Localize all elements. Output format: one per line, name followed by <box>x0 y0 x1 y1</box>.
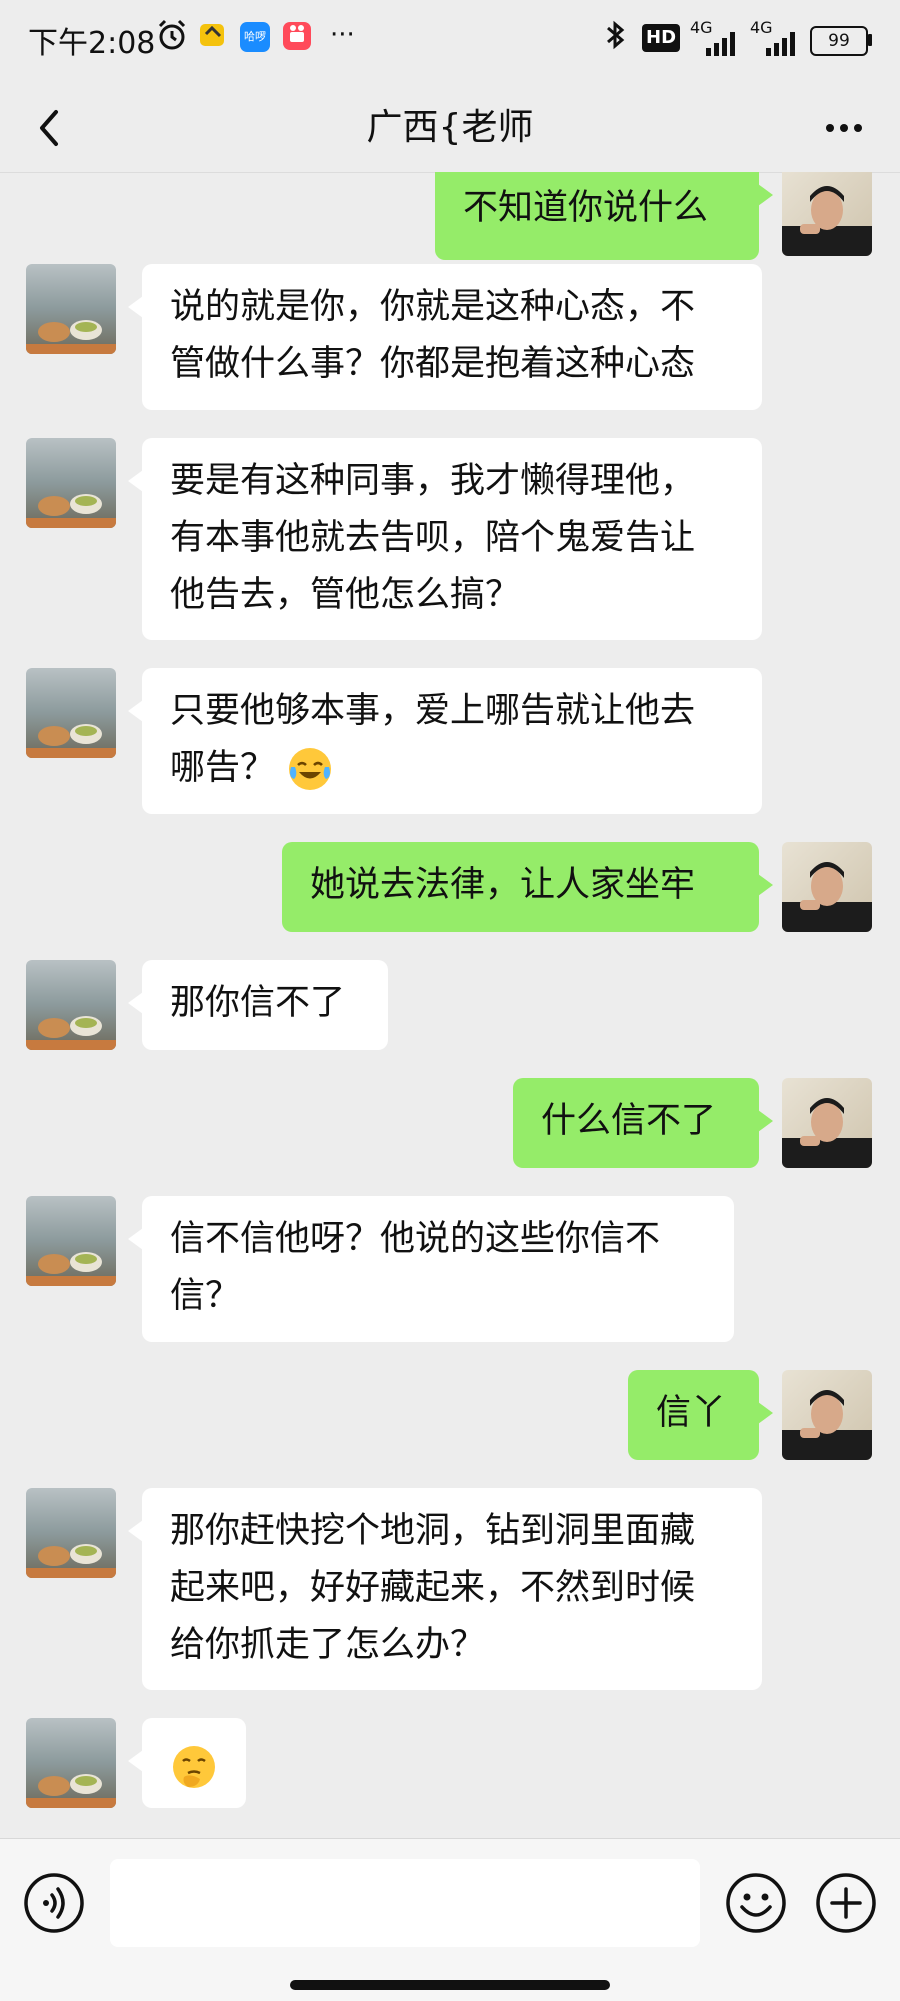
message-line: 哪告？ <box>170 740 734 797</box>
contact-avatar[interactable] <box>26 1196 116 1286</box>
hd-label: HD <box>646 27 677 48</box>
message-line: 信？ <box>170 1276 241 1316</box>
home-indicator[interactable] <box>290 1980 610 1990</box>
status-overflow: ··· <box>330 20 355 50</box>
input-bar <box>0 1838 900 2001</box>
self-avatar[interactable] <box>782 1370 872 1460</box>
chat-title: 广西{老师 <box>366 107 534 148</box>
message-line: 信不信他呀？他说的这些你信不 <box>170 1219 661 1259</box>
hd-badge: HD <box>642 24 681 52</box>
chat-header: 广西{老师 <box>0 80 900 173</box>
self-avatar[interactable] <box>782 172 872 256</box>
contact-avatar[interactable] <box>26 960 116 1050</box>
message-line: 起来吧，好好藏起来，不然到时候 <box>170 1568 696 1608</box>
contact-avatar[interactable] <box>26 264 116 354</box>
message-bubble-contact[interactable] <box>128 1718 246 1808</box>
contact-avatar[interactable] <box>26 438 116 528</box>
message-list[interactable]: 不知道你说什么 说的就是你，你就是这种心态，不 管做什么事？你都是抱着这种心态 <box>0 172 900 1838</box>
message-line: 给你抓走了怎么办？ <box>170 1625 486 1665</box>
message-bubble-contact[interactable]: 那你赶快挖个地洞，钻到洞里面藏 起来吧，好好藏起来，不然到时候 给你抓走了怎么办… <box>128 1488 762 1690</box>
battery-level: 99 <box>828 31 850 51</box>
notification-app-icon <box>200 24 224 46</box>
emoji-button[interactable] <box>724 1871 788 1935</box>
status-bar: 下午2:08 哈啰 ··· HD 4G 4G 99 <box>0 0 900 80</box>
bluetooth-icon <box>607 20 625 50</box>
battery-tip <box>868 34 872 46</box>
signal-icon-1 <box>706 32 735 56</box>
back-button[interactable] <box>22 100 78 156</box>
cry-laugh-emoji <box>289 748 332 790</box>
voice-input-button[interactable] <box>22 1871 86 1935</box>
message-bubble-self[interactable]: 不知道你说什么 <box>435 172 773 260</box>
message-bubble-contact[interactable]: 只要他够本事，爱上哪告就让他去 哪告？ <box>128 668 762 814</box>
message-line: 那你赶快挖个地洞，钻到洞里面藏 <box>170 1511 696 1551</box>
more-options-button[interactable] <box>808 100 880 156</box>
contact-avatar[interactable] <box>26 1488 116 1578</box>
message-line-text: 哪告？ <box>170 748 276 788</box>
battery-icon: 99 <box>810 26 868 56</box>
message-bubble-self[interactable]: 什么信不了 <box>513 1078 773 1168</box>
message-line: 只要他够本事，爱上哪告就让他去 <box>170 691 696 731</box>
more-functions-button[interactable] <box>814 1871 878 1935</box>
status-time: 下午2:08 <box>28 26 156 61</box>
contact-avatar[interactable] <box>26 1718 116 1808</box>
alarm-icon <box>158 19 186 50</box>
message-bubble-contact[interactable]: 信不信他呀？他说的这些你信不 信？ <box>128 1196 734 1342</box>
message-line: 他告去，管他怎么搞？ <box>170 575 521 615</box>
message-line: 有本事他就去告呗，陪个鬼爱告让 <box>170 518 696 558</box>
message-bubble-contact[interactable]: 要是有这种同事，我才懒得理他， 有本事他就去告呗，陪个鬼爱告让 他告去，管他怎么… <box>128 438 762 640</box>
contact-avatar[interactable] <box>26 668 116 758</box>
self-avatar[interactable] <box>782 842 872 932</box>
message-input[interactable] <box>110 1859 700 1947</box>
kuaishou-app-icon <box>283 22 311 50</box>
message-bubble-self[interactable]: 她说去法律，让人家坐牢 <box>282 842 773 932</box>
message-line: 要是有这种同事，我才懒得理他， <box>170 461 696 501</box>
thinking-emoji <box>173 1746 215 1788</box>
message-line: 说的就是你，你就是这种心态，不 <box>170 287 696 327</box>
signal-icon-2 <box>766 32 795 56</box>
hellobike-app-icon: 哈啰 <box>240 22 270 52</box>
self-avatar[interactable] <box>782 1078 872 1168</box>
message-bubble-self[interactable]: 信丫 <box>628 1370 773 1460</box>
app-badge-text: 哈啰 <box>244 30 266 43</box>
message-line: 管做什么事？你都是抱着这种心态 <box>170 344 696 384</box>
message-bubble-contact[interactable]: 说的就是你，你就是这种心态，不 管做什么事？你都是抱着这种心态 <box>128 264 762 410</box>
message-bubble-contact[interactable]: 那你信不了 <box>128 960 388 1050</box>
